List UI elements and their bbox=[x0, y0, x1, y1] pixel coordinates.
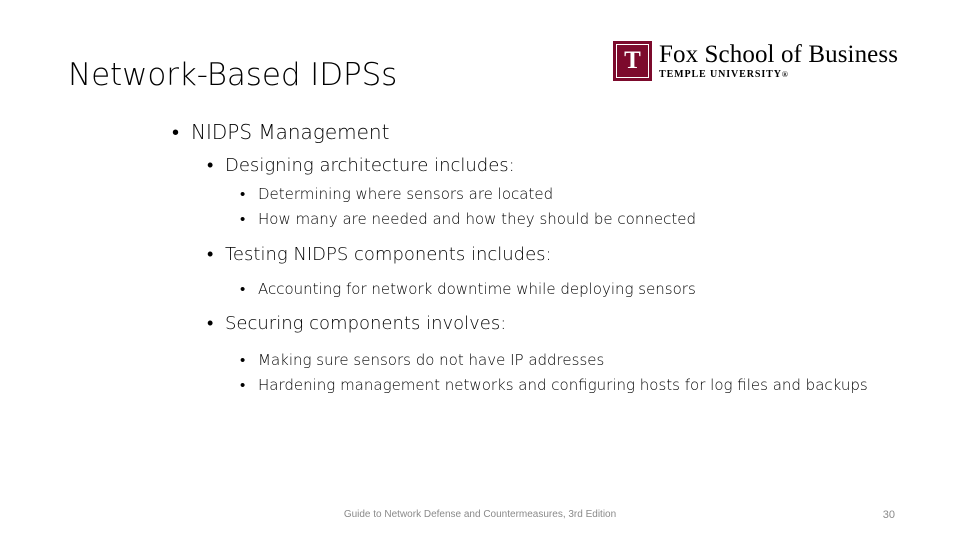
slide-body: • NIDPS Management • Designing architect… bbox=[0, 118, 960, 398]
bullet-marker-icon: • bbox=[240, 280, 246, 298]
bullet-level3: • Determining where sensors are located bbox=[240, 182, 900, 207]
bullet-marker-icon: • bbox=[240, 351, 246, 369]
bullet-group: • Securing components involves: • Making… bbox=[0, 310, 960, 398]
temple-t-icon: T bbox=[613, 41, 652, 81]
bullet-level2-text: Designing architecture includes: bbox=[225, 155, 515, 176]
bullet-marker-icon: • bbox=[240, 376, 246, 394]
bullet-level2: • Securing components involves: bbox=[207, 310, 887, 337]
bullet-level3-text: Making sure sensors do not have IP addre… bbox=[258, 351, 605, 369]
bullet-level1: • NIDPS Management bbox=[172, 118, 872, 147]
bullet-level3: • Accounting for network downtime while … bbox=[240, 277, 900, 302]
bullet-group: • Designing architecture includes: • Det… bbox=[0, 152, 960, 232]
bullet-level2: • Designing architecture includes: bbox=[207, 152, 887, 179]
page-title: Network-Based IDPSs bbox=[68, 57, 398, 93]
logo-wordmark: Fox School of Business TEMPLE UNIVERSITY… bbox=[659, 41, 898, 81]
bullet-marker-icon: • bbox=[240, 210, 246, 228]
bullet-level3: • How many are needed and how they shoul… bbox=[240, 207, 900, 232]
bullet-group: • Testing NIDPS components includes: • A… bbox=[0, 241, 960, 302]
bullet-level3: • Making sure sensors do not have IP add… bbox=[240, 348, 900, 373]
bullet-marker-icon: • bbox=[240, 185, 246, 203]
bullet-level3-text: Hardening management networks and config… bbox=[258, 376, 868, 394]
bullet-level3-text: Determining where sensors are located bbox=[258, 185, 554, 203]
bullet-marker-icon: • bbox=[207, 313, 214, 334]
bullet-level2-text: Securing components involves: bbox=[225, 313, 507, 334]
slide-page-number: 30 bbox=[882, 509, 895, 521]
fox-school-logo: T Fox School of Business TEMPLE UNIVERSI… bbox=[613, 41, 898, 81]
bullet-level2-text: Testing NIDPS components includes: bbox=[225, 244, 552, 265]
bullet-marker-icon: • bbox=[172, 120, 180, 144]
footer-source-text: Guide to Network Defense and Countermeas… bbox=[343, 509, 617, 520]
bullet-level3-text: Accounting for network downtime while de… bbox=[258, 280, 696, 298]
slide-canvas: Network-Based IDPSs T Fox School of Busi… bbox=[0, 0, 960, 540]
logo-subtitle-text: TEMPLE UNIVERSITY bbox=[659, 69, 782, 80]
logo-title: Fox School of Business bbox=[659, 41, 899, 68]
bullet-level3-text: How many are needed and how they should … bbox=[258, 210, 696, 228]
bullet-marker-icon: • bbox=[207, 244, 214, 265]
registered-trademark-icon: ® bbox=[781, 70, 789, 79]
bullet-level2: • Testing NIDPS components includes: bbox=[207, 241, 887, 268]
bullet-marker-icon: • bbox=[207, 155, 214, 176]
logo-mark-letter: T bbox=[624, 47, 641, 74]
bullet-level3: • Hardening management networks and conf… bbox=[240, 373, 900, 398]
logo-subtitle: TEMPLE UNIVERSITY® bbox=[659, 68, 898, 81]
bullet-level1-text: NIDPS Management bbox=[191, 120, 390, 144]
